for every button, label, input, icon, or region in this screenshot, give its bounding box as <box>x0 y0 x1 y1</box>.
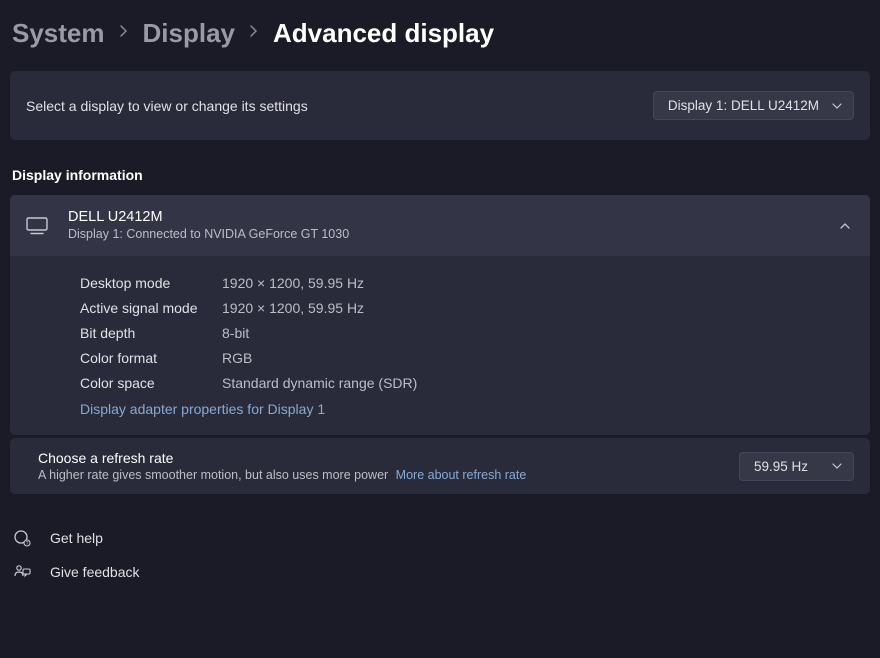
chevron-right-icon <box>119 24 129 43</box>
display-information-heading: Display information <box>10 143 870 195</box>
give-feedback-label: Give feedback <box>50 564 140 580</box>
refresh-rate-title: Choose a refresh rate <box>38 450 526 466</box>
refresh-rate-subtitle: A higher rate gives smoother motion, but… <box>38 468 526 482</box>
info-label: Color format <box>80 350 222 366</box>
display-info-card: DELL U2412M Display 1: Connected to NVID… <box>10 195 870 435</box>
info-value: RGB <box>222 350 252 366</box>
info-label: Desktop mode <box>80 275 222 291</box>
svg-text:?: ? <box>26 541 29 547</box>
info-value: 1920 × 1200, 59.95 Hz <box>222 300 364 316</box>
chevron-down-icon <box>831 460 843 472</box>
breadcrumb-system[interactable]: System <box>12 18 105 49</box>
chevron-up-icon[interactable] <box>838 219 850 231</box>
display-info-body: Desktop mode 1920 × 1200, 59.95 Hz Activ… <box>10 255 870 435</box>
info-value: 1920 × 1200, 59.95 Hz <box>222 275 364 291</box>
select-display-prompt: Select a display to view or change its s… <box>26 98 308 114</box>
more-about-refresh-rate-link[interactable]: More about refresh rate <box>396 468 527 482</box>
display-name: DELL U2412M <box>68 209 349 225</box>
monitor-icon <box>26 217 48 233</box>
give-feedback-link[interactable]: Give feedback <box>12 555 868 589</box>
info-row-bit-depth: Bit depth 8-bit <box>80 320 850 345</box>
help-icon: ? <box>12 528 32 548</box>
display-info-header[interactable]: DELL U2412M Display 1: Connected to NVID… <box>10 195 870 255</box>
display-adapter-properties-link[interactable]: Display adapter properties for Display 1 <box>80 395 850 421</box>
display-connection-info: Display 1: Connected to NVIDIA GeForce G… <box>68 227 349 241</box>
info-row-desktop-mode: Desktop mode 1920 × 1200, 59.95 Hz <box>80 270 850 295</box>
info-value: 8-bit <box>222 325 249 341</box>
info-label: Bit depth <box>80 325 222 341</box>
info-row-color-format: Color format RGB <box>80 345 850 370</box>
chevron-down-icon <box>831 100 843 112</box>
info-row-color-space: Color space Standard dynamic range (SDR) <box>80 370 850 395</box>
display-selector-value: Display 1: DELL U2412M <box>668 98 819 113</box>
footer-links: ? Get help Give feedback <box>10 497 870 589</box>
info-row-active-signal: Active signal mode 1920 × 1200, 59.95 Hz <box>80 295 850 320</box>
refresh-rate-card: Choose a refresh rate A higher rate give… <box>10 438 870 494</box>
display-selector-dropdown[interactable]: Display 1: DELL U2412M <box>653 91 854 120</box>
info-label: Color space <box>80 375 222 391</box>
breadcrumb-advanced-display: Advanced display <box>273 18 494 49</box>
get-help-link[interactable]: ? Get help <box>12 521 868 555</box>
select-display-card: Select a display to view or change its s… <box>10 71 870 140</box>
refresh-rate-value: 59.95 Hz <box>754 459 808 474</box>
chevron-right-icon <box>249 24 259 43</box>
breadcrumb: System Display Advanced display <box>10 10 870 71</box>
breadcrumb-display[interactable]: Display <box>143 18 236 49</box>
feedback-icon <box>12 562 32 582</box>
get-help-label: Get help <box>50 530 103 546</box>
info-label: Active signal mode <box>80 300 222 316</box>
info-value: Standard dynamic range (SDR) <box>222 375 417 391</box>
refresh-rate-dropdown[interactable]: 59.95 Hz <box>739 452 854 481</box>
